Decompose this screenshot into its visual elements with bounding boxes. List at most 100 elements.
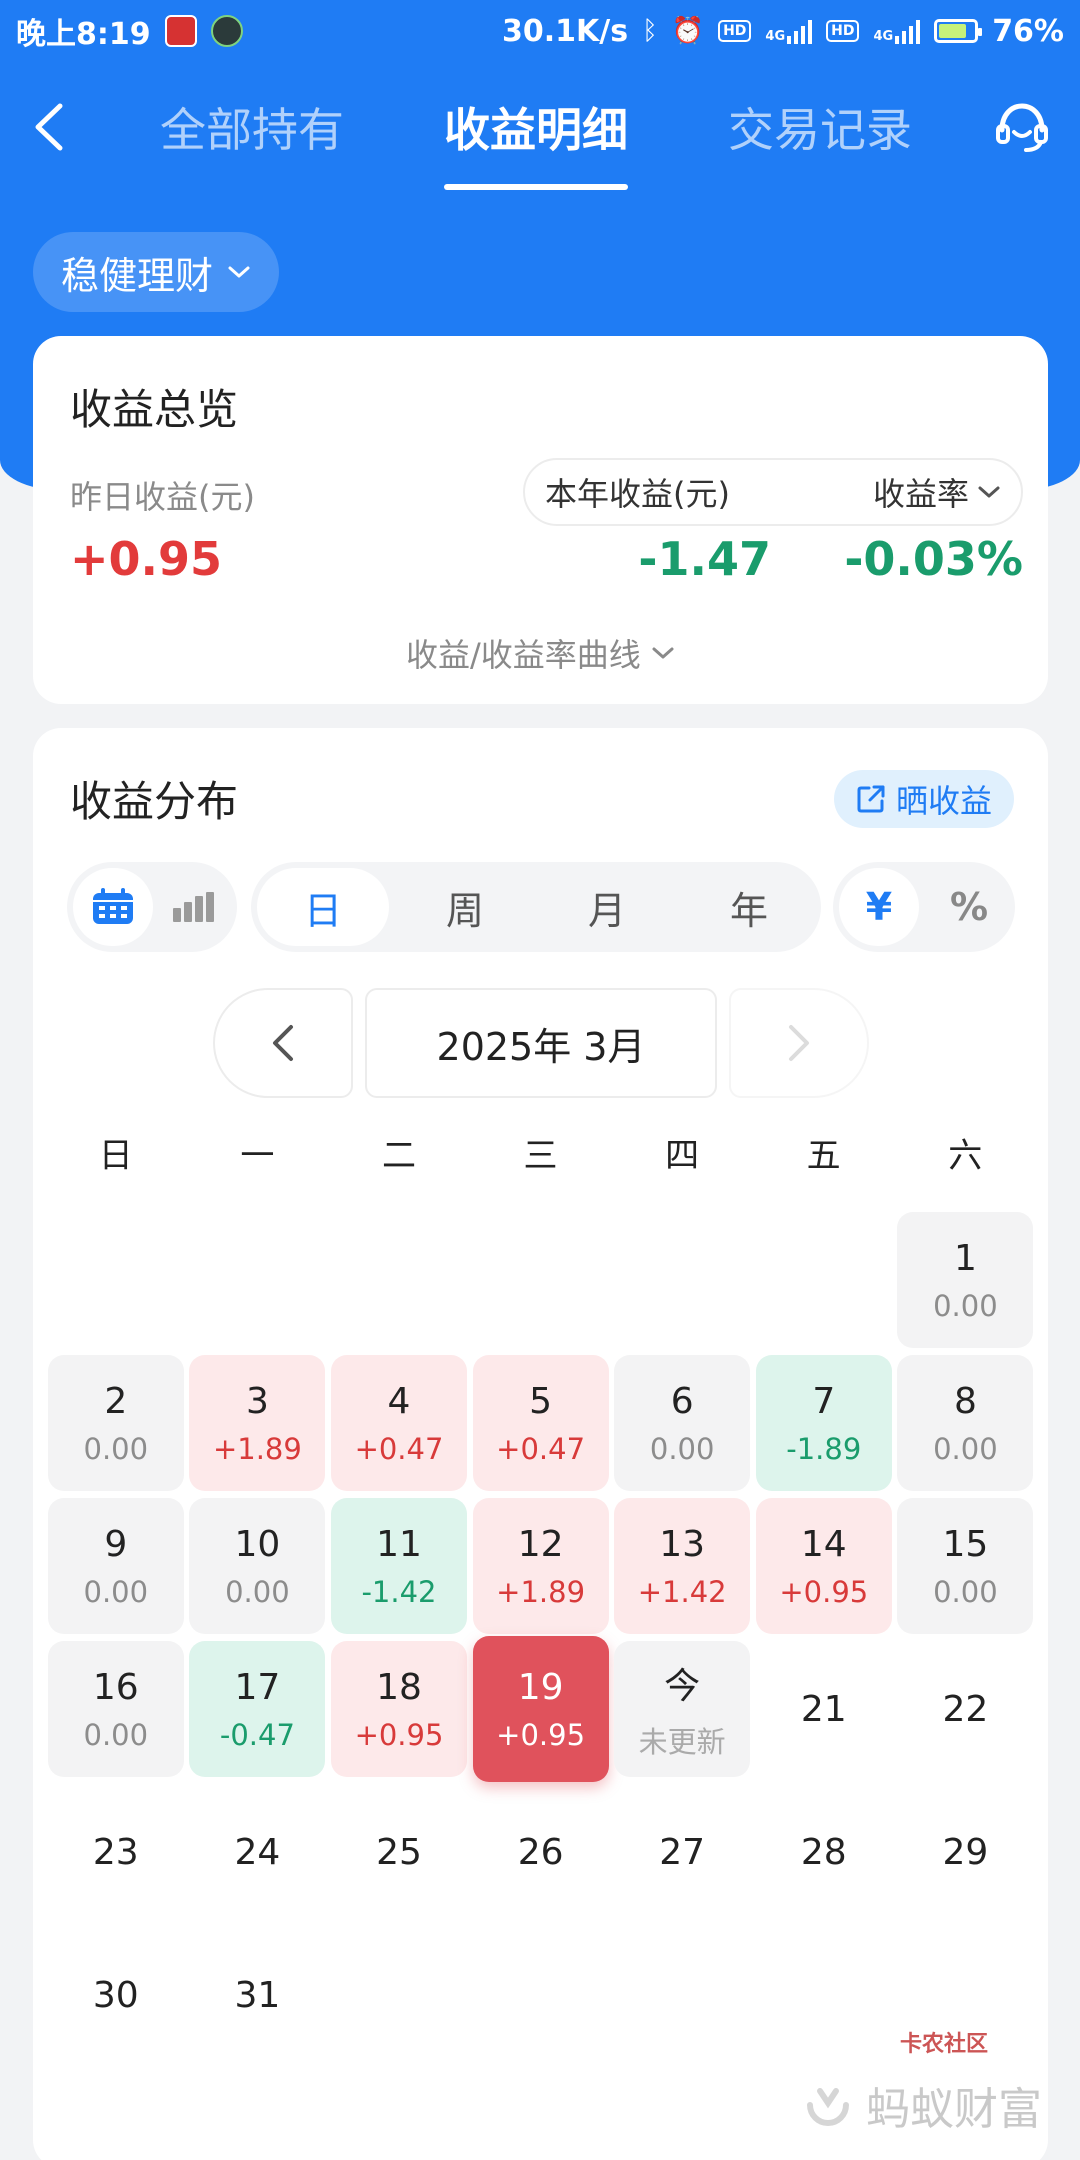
calendar-day-income: 未更新: [638, 1725, 726, 1759]
top-nav: 全部持有 收益明细 交易记录: [0, 62, 1080, 192]
calendar-day-selected[interactable]: 19 +0.95: [472, 1636, 609, 1782]
calendar-day[interactable]: 27: [614, 1784, 750, 1920]
calendar-day[interactable]: 29: [897, 1784, 1033, 1920]
calendar-day-income: +1.89: [212, 1431, 302, 1466]
next-month-button[interactable]: [729, 988, 869, 1098]
calendar-day[interactable]: 4 +0.47: [331, 1355, 467, 1491]
weekday-sun: 日: [98, 1136, 133, 1176]
tab-all-holdings[interactable]: 全部持有: [160, 94, 344, 160]
status-bar: 晚上8:19 30.1K/s ᛒ ⏰ HD 4G HD 4G 76%: [0, 0, 1080, 62]
rate-value: -0.03%: [844, 532, 1023, 586]
calendar-day[interactable]: 25: [331, 1784, 467, 1920]
calendar-day-number: 30: [92, 1974, 139, 2016]
chevron-left-icon: [273, 1025, 293, 1061]
chevron-down-icon: [652, 647, 674, 659]
tab-income-detail[interactable]: 收益明细: [444, 94, 628, 190]
battery-icon: [934, 19, 983, 43]
metric-switcher[interactable]: 本年收益(元) 收益率: [523, 458, 1023, 526]
calendar-day-number: 15: [942, 1523, 989, 1565]
app-notification-icon: [164, 15, 197, 47]
calendar-day-number: 1: [953, 1237, 977, 1279]
unit-yuan[interactable]: ¥: [839, 868, 919, 946]
calendar-day-number: 4: [387, 1380, 411, 1422]
share-income-button[interactable]: 晒收益: [833, 770, 1014, 828]
calendar-day[interactable]: 3 +1.89: [189, 1355, 326, 1491]
calendar-day-number: 2: [104, 1380, 128, 1422]
status-time: 晚上8:19: [16, 17, 151, 52]
calendar-day[interactable]: 21: [756, 1641, 892, 1777]
period-day[interactable]: 日: [257, 868, 389, 946]
calendar-day[interactable]: 6 0.00: [614, 1355, 751, 1491]
calendar-day-income: 0.00: [933, 1431, 998, 1466]
calendar-view-button[interactable]: [73, 868, 153, 946]
calendar-day[interactable]: 2 0.00: [47, 1355, 184, 1491]
calendar-day-number: 8: [953, 1380, 977, 1422]
calendar-day[interactable]: 13 +1.42: [614, 1498, 751, 1634]
hd-badge: HD: [718, 20, 752, 42]
unit-switcher: ¥ %: [833, 862, 1015, 952]
calendar-day[interactable]: 5 +0.47: [472, 1355, 609, 1491]
period-month[interactable]: 月: [541, 868, 673, 946]
calendar-day[interactable]: 11 -1.42: [331, 1498, 467, 1634]
calendar-day-number: 29: [942, 1831, 989, 1873]
calendar-day[interactable]: 8 0.00: [897, 1355, 1034, 1491]
calendar-day[interactable]: 14 +0.95: [755, 1498, 892, 1634]
curve-toggle-label: 收益/收益率曲线: [406, 636, 641, 674]
period-year[interactable]: 年: [683, 868, 815, 946]
calendar-day-number: 12: [517, 1523, 564, 1565]
signal-icon: 4G: [765, 18, 813, 44]
calendar-day[interactable]: 12 +1.89: [472, 1498, 609, 1634]
network-speed: 30.1K/s: [501, 13, 629, 49]
curve-toggle[interactable]: 收益/收益率曲线: [33, 630, 1048, 676]
calendar-day-income: 0.00: [83, 1574, 149, 1609]
calendar-day-income: -1.89: [786, 1431, 862, 1466]
calendar-day-number: 31: [234, 1974, 281, 2016]
calendar-day[interactable]: 10 0.00: [189, 1498, 326, 1634]
current-month-label[interactable]: 2025年 3月: [365, 988, 717, 1098]
calendar-day-income: 0.00: [933, 1288, 998, 1323]
back-arrow-icon[interactable]: [30, 102, 70, 152]
watermark: 蚂蚁财富: [800, 2060, 1060, 2150]
calendar-day-number: 28: [800, 1831, 847, 1873]
calendar-day[interactable]: 22: [897, 1641, 1033, 1777]
income-distribution-card: 收益分布 晒收益 日 周 月 年 ¥ % 2025年 3月 日 一 二 三 四 …: [33, 728, 1048, 2160]
fund-selector[interactable]: 稳健理财: [33, 232, 280, 312]
status-left: 晚上8:19: [16, 9, 243, 53]
calendar-day[interactable]: 18 +0.95: [331, 1641, 467, 1777]
unit-percent[interactable]: %: [929, 868, 1009, 946]
income-overview-card: 收益总览 昨日收益(元) +0.95 本年收益(元) 收益率 -1.47 -0.…: [33, 336, 1048, 704]
calendar-day-number: 13: [659, 1523, 706, 1565]
calendar-icon: [93, 888, 133, 924]
calendar-day-number: 6: [670, 1380, 694, 1422]
calendar-day[interactable]: 9 0.00: [47, 1498, 184, 1634]
controls-row: 日 周 月 年 ¥ %: [67, 862, 1017, 952]
signal-icon-2: 4G: [873, 18, 921, 44]
calendar-day[interactable]: 30: [48, 1927, 184, 2063]
calendar-day[interactable]: 23: [48, 1784, 184, 1920]
ant-logo-icon: [807, 2088, 849, 2126]
calendar-day[interactable]: 15 0.00: [897, 1498, 1034, 1634]
share-icon: [857, 785, 885, 813]
watermark-text: 蚂蚁财富: [866, 2084, 1042, 2135]
calendar-day-today[interactable]: 今未更新: [614, 1641, 751, 1777]
tab-bar: 全部持有 收益明细 交易记录: [160, 62, 1012, 192]
yesterday-income-value: +0.95: [70, 532, 223, 586]
calendar-day[interactable]: 7 -1.89: [755, 1355, 892, 1491]
calendar-day[interactable]: 17 -0.47: [189, 1641, 326, 1777]
calendar-day-number: 11: [376, 1523, 422, 1565]
calendar-day[interactable]: 16 0.00: [47, 1641, 184, 1777]
network-type-label-2: 4G: [873, 29, 894, 44]
calendar-day[interactable]: 26: [473, 1784, 609, 1920]
rate-dropdown[interactable]: 收益率: [873, 469, 1001, 515]
customer-service-icon[interactable]: [994, 100, 1050, 156]
prev-month-button[interactable]: [213, 988, 353, 1098]
calendar-day[interactable]: 1 0.00: [897, 1212, 1034, 1348]
calendar-day[interactable]: 31: [189, 1927, 325, 2063]
bar-view-button[interactable]: [157, 868, 231, 946]
calendar-day[interactable]: 24: [189, 1784, 325, 1920]
calendar-day-number: 22: [942, 1688, 989, 1730]
period-week[interactable]: 周: [399, 868, 531, 946]
tab-transactions[interactable]: 交易记录: [728, 94, 912, 160]
alarm-icon: ⏰: [671, 16, 705, 46]
calendar-day[interactable]: 28: [756, 1784, 892, 1920]
